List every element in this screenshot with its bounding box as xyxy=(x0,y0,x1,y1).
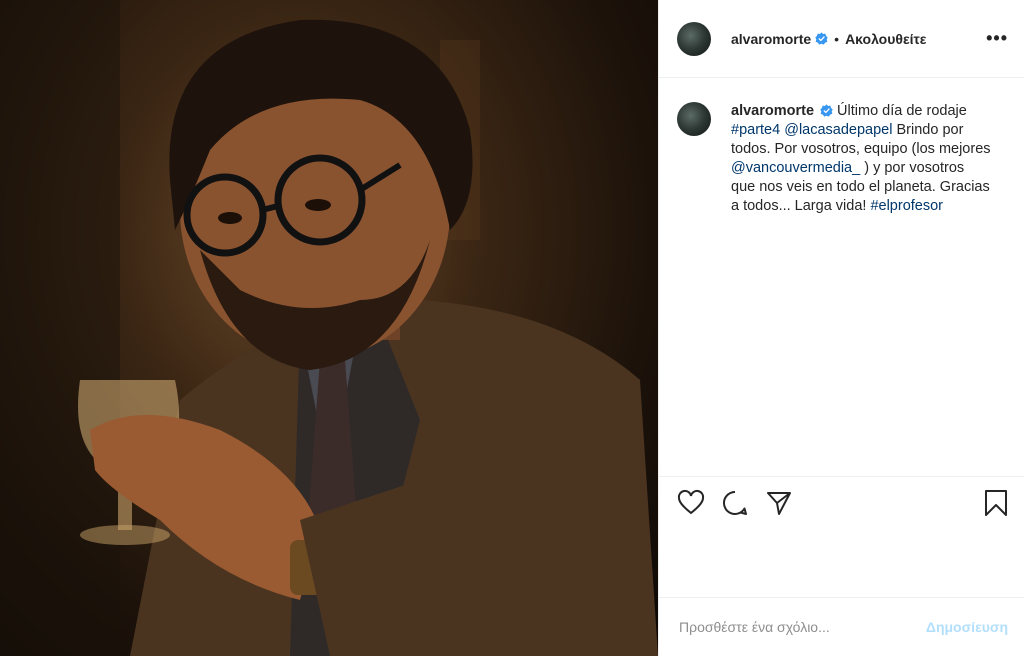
comment-input[interactable] xyxy=(677,618,926,636)
bookmark-icon[interactable] xyxy=(982,489,1010,517)
caption-text-1: Último día de rodaje xyxy=(833,103,967,119)
share-icon[interactable] xyxy=(765,489,793,517)
photo-illustration xyxy=(0,0,658,656)
post-header: alvaromorte • Ακολουθείτε ••• xyxy=(659,0,1024,78)
comment-icon[interactable] xyxy=(721,489,749,517)
post-image[interactable] xyxy=(0,0,658,656)
header-separator: • xyxy=(834,30,840,47)
mention-vancouvermedia[interactable]: @vancouvermedia_ xyxy=(731,160,860,176)
action-bar xyxy=(659,476,1024,529)
post-side-panel: alvaromorte • Ακολουθείτε ••• alvaromort… xyxy=(658,0,1024,656)
hashtag-parte4[interactable]: #parte4 xyxy=(731,122,780,138)
post-comment-button[interactable]: Δημοσίευση xyxy=(926,619,1008,635)
mention-lacasadepapel[interactable]: @lacasadepapel xyxy=(784,122,892,138)
caption-username[interactable]: alvaromorte xyxy=(731,103,814,119)
caption-avatar-icon[interactable] xyxy=(677,102,711,136)
caption-text: alvaromorte Último día de rodaje #parte4… xyxy=(731,102,991,216)
instagram-post: alvaromorte • Ακολουθείτε ••• alvaromort… xyxy=(0,0,1024,656)
verified-badge-icon xyxy=(815,32,828,45)
following-button[interactable]: Ακολουθείτε xyxy=(845,31,926,47)
comment-box: Δημοσίευση xyxy=(659,597,1024,656)
more-options-icon[interactable]: ••• xyxy=(986,28,1008,49)
heart-icon[interactable] xyxy=(677,489,705,517)
avatar-icon[interactable] xyxy=(677,21,711,56)
hashtag-elprofesor[interactable]: #elprofesor xyxy=(870,198,943,214)
header-username[interactable]: alvaromorte xyxy=(731,31,811,47)
caption-verified-badge-icon xyxy=(820,104,833,117)
caption-area: alvaromorte Último día de rodaje #parte4… xyxy=(659,78,1024,216)
